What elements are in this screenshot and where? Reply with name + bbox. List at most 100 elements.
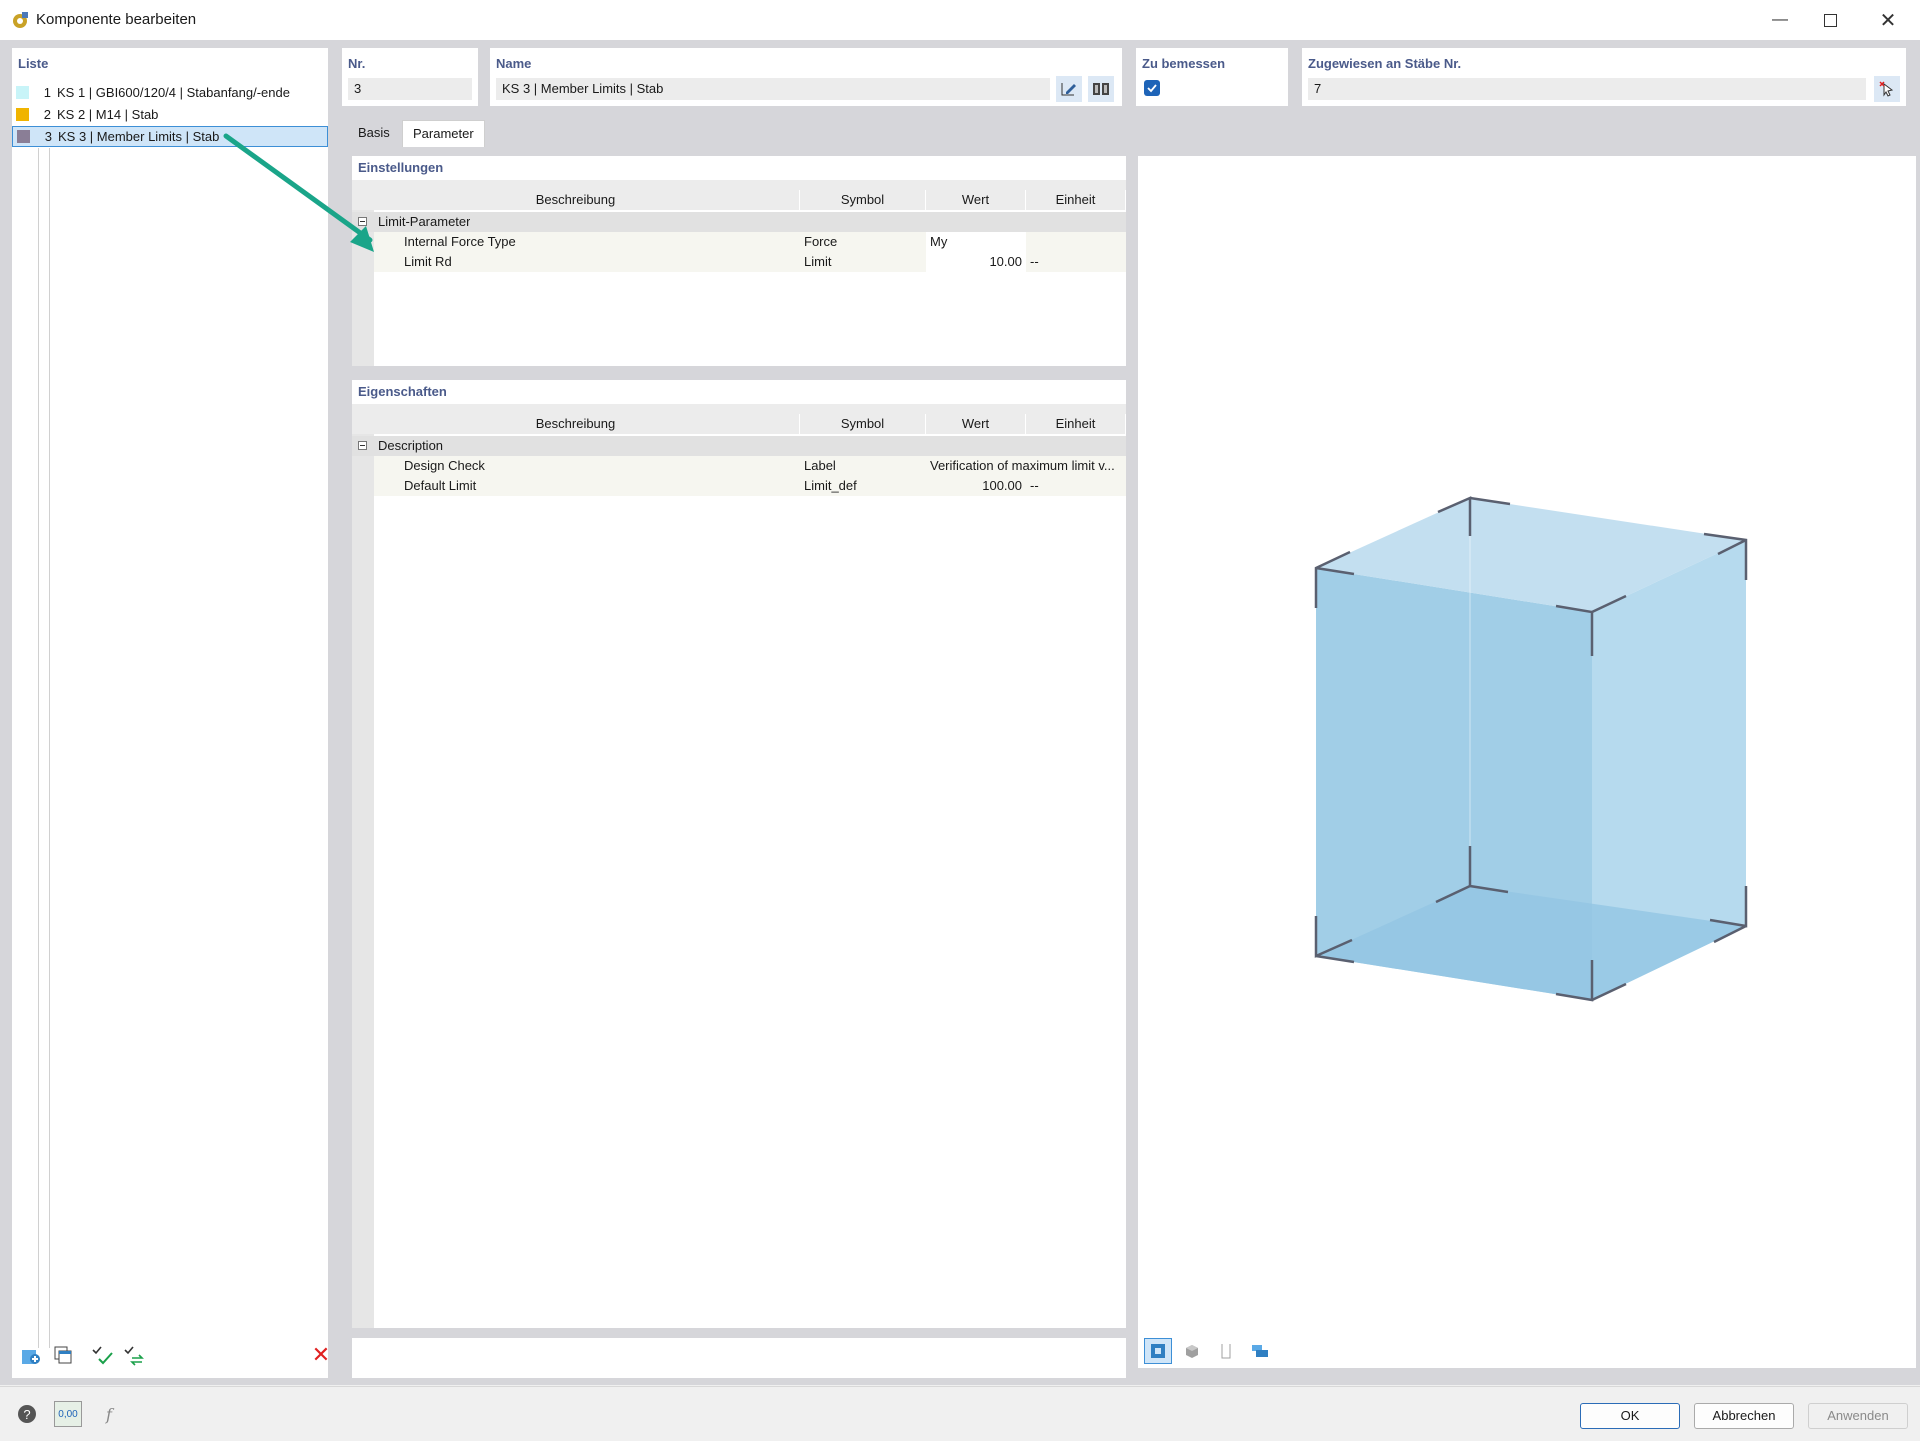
design-checkbox[interactable] <box>1144 80 1160 96</box>
help-button[interactable]: ? <box>14 1401 40 1427</box>
minimize-icon: — <box>1772 11 1788 28</box>
decimal-places-icon: 0,00 <box>58 1408 78 1420</box>
apply-button[interactable]: Anwenden <box>1808 1403 1908 1429</box>
tree-line <box>49 148 51 1348</box>
edit-name-button[interactable] <box>1056 76 1082 102</box>
copy-icon <box>54 1346 72 1364</box>
row-description: Default Limit <box>404 478 477 493</box>
color-swatch <box>17 130 30 143</box>
title-bar: Komponente bearbeiten — ✕ <box>0 0 1920 41</box>
row-value: Verification of maximum limit v... <box>930 458 1115 473</box>
list-item-number: 2 <box>43 107 51 122</box>
row-symbol: Force <box>804 234 838 249</box>
collapse-icon[interactable] <box>358 441 367 450</box>
pick-members-button[interactable] <box>1874 76 1900 102</box>
list-item-2[interactable]: 2 KS 2 | M14 | Stab <box>12 104 328 125</box>
column-header-description: Beschreibung <box>352 414 800 434</box>
maximize-icon <box>1823 13 1837 27</box>
group-row-limit-parameter[interactable]: Limit-Parameter <box>352 212 1126 232</box>
row-unit <box>1026 232 1126 252</box>
book-icon <box>1093 83 1109 95</box>
column-header-symbol: Symbol <box>800 190 926 210</box>
view-settings-button[interactable] <box>1246 1338 1274 1364</box>
section-view-icon <box>1151 1344 1165 1358</box>
view-section-button[interactable] <box>1144 1338 1172 1364</box>
minimize-button[interactable]: — <box>1752 0 1808 40</box>
properties-title: Eigenschaften <box>358 384 447 399</box>
help-icon: ? <box>18 1405 36 1423</box>
tree-line <box>38 148 40 1348</box>
list-item-1[interactable]: 1 KS 1 | GBI600/120/4 | Stabanfang/-ende <box>12 82 328 103</box>
delete-icon: ✕ <box>311 1342 331 1367</box>
row-description: Design Check <box>404 458 485 473</box>
settings-section: Einstellungen Beschreibung Symbol Wert E… <box>352 156 1126 366</box>
row-symbol: Label <box>804 458 836 473</box>
column-header-unit: Einheit <box>1026 414 1126 434</box>
table-row[interactable]: Design Check Label Verification of maxim… <box>374 456 1126 476</box>
row-description: Limit Rd <box>404 254 452 269</box>
units-button[interactable]: 0,00 <box>54 1401 82 1427</box>
row-symbol: Limit <box>804 254 832 269</box>
list-item-label: KS 1 | GBI600/120/4 | Stabanfang/-ende <box>57 85 290 100</box>
color-swatch <box>16 86 29 99</box>
view-solid-button[interactable] <box>1178 1338 1206 1364</box>
library-button[interactable] <box>1088 76 1114 102</box>
view-settings-icon <box>1252 1345 1268 1357</box>
copy-component-button[interactable] <box>50 1342 76 1368</box>
cancel-button[interactable]: Abbrechen <box>1694 1403 1794 1429</box>
list-toolbar: ✕ <box>18 1342 334 1368</box>
column-header-value: Wert <box>926 414 1026 434</box>
row-value[interactable]: My <box>926 232 1026 252</box>
nr-group: Nr. 3 <box>342 48 478 106</box>
toggle-check-icon <box>124 1346 144 1366</box>
assigned-label: Zugewiesen an Stäbe Nr. <box>1308 56 1462 71</box>
nr-field[interactable]: 3 <box>348 78 472 100</box>
assigned-members-field[interactable]: 7 <box>1308 78 1866 100</box>
new-component-icon <box>22 1350 40 1364</box>
list-item-label: KS 3 | Member Limits | Stab <box>58 129 220 144</box>
maximize-button[interactable] <box>1802 0 1858 40</box>
row-symbol: Limit_def <box>804 478 857 493</box>
column-header-symbol: Symbol <box>800 414 926 434</box>
nr-label: Nr. <box>348 56 366 71</box>
list-item-number: 1 <box>43 85 51 100</box>
check-all-button[interactable] <box>90 1342 116 1368</box>
svg-text:?: ? <box>23 1407 30 1422</box>
view-wireframe-button[interactable] <box>1212 1338 1240 1364</box>
row-unit: -- <box>1030 254 1039 269</box>
color-swatch <box>16 108 29 121</box>
3d-preview[interactable] <box>1138 156 1916 1368</box>
list-item-label: KS 2 | M14 | Stab <box>57 107 159 122</box>
toggle-check-button[interactable] <box>122 1342 148 1368</box>
ok-button[interactable]: OK <box>1580 1403 1680 1429</box>
list-item-number: 3 <box>44 129 52 144</box>
app-icon <box>13 12 28 28</box>
row-description: Internal Force Type <box>404 234 516 249</box>
annotation-arrow <box>223 133 374 252</box>
window-title: Komponente bearbeiten <box>36 11 197 28</box>
table-row[interactable]: Internal Force Type Force My <box>374 232 1126 252</box>
name-group: Name KS 3 | Member Limits | Stab <box>490 48 1122 106</box>
formula-button[interactable]: f <box>96 1401 122 1427</box>
name-field[interactable]: KS 3 | Member Limits | Stab <box>496 78 1050 100</box>
table-row[interactable]: Limit Rd Limit 10.00 -- <box>374 252 1126 272</box>
dialog-body: Liste 1 KS 1 | GBI600/120/4 | Stabanfang… <box>0 40 1920 1385</box>
table-row[interactable]: Default Limit Limit_def 100.00 -- <box>374 476 1126 496</box>
check-all-icon <box>92 1346 113 1365</box>
solid-view-icon <box>1186 1345 1198 1358</box>
close-button[interactable]: ✕ <box>1860 0 1916 40</box>
design-group: Zu bemessen <box>1136 48 1288 106</box>
wireframe-view-icon <box>1221 1344 1231 1359</box>
cross-section-box-graphic <box>1314 496 1748 1002</box>
group-row-description[interactable]: Description <box>352 436 1126 456</box>
close-icon: ✕ <box>1879 9 1897 32</box>
row-unit: -- <box>1030 478 1039 493</box>
list-label: Liste <box>18 56 49 71</box>
new-component-button[interactable] <box>18 1342 44 1368</box>
properties-section: Eigenschaften Beschreibung Symbol Wert E… <box>352 380 1126 1328</box>
dialog-footer: ? 0,00 f OK Abbrechen Anwenden <box>0 1386 1920 1441</box>
delete-button[interactable]: ✕ <box>308 1342 334 1368</box>
row-value: 100.00 <box>982 478 1022 493</box>
grid-header-strip <box>352 404 1126 414</box>
row-value[interactable]: 10.00 <box>926 252 1026 272</box>
